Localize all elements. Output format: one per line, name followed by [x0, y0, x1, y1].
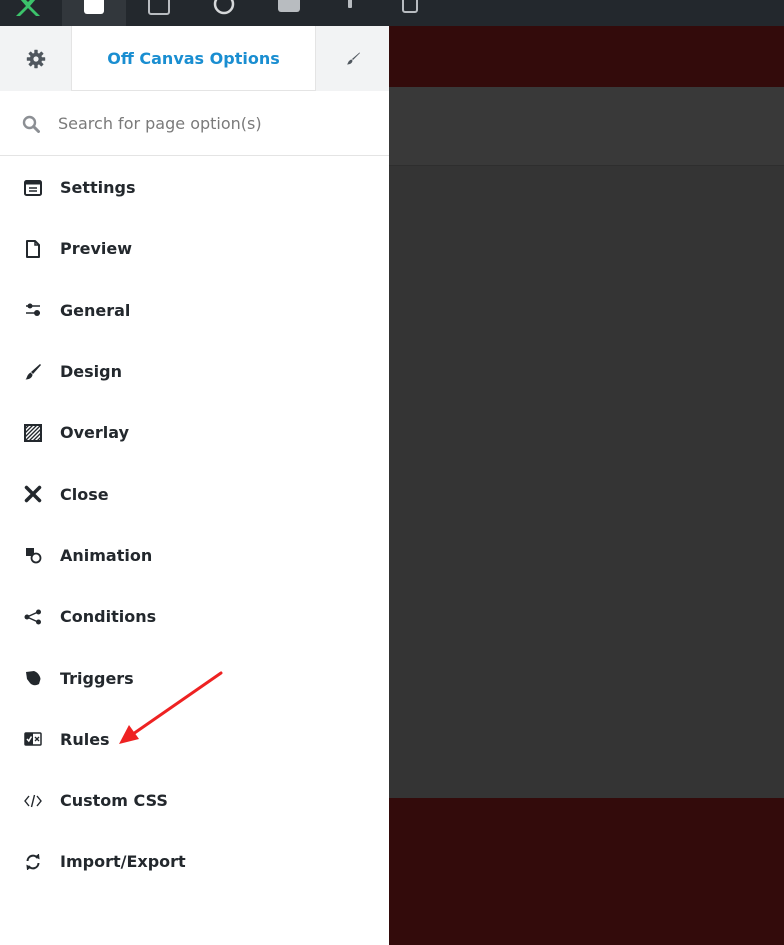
- style-button[interactable]: [315, 26, 389, 91]
- menu-item-design[interactable]: Design: [0, 341, 389, 402]
- menu-item-label: Conditions: [60, 607, 157, 627]
- menu-item-conditions[interactable]: Conditions: [0, 586, 389, 647]
- menu-item-triggers[interactable]: Triggers: [0, 647, 389, 708]
- options-menu: Settings Preview General Design Overlay: [0, 157, 389, 893]
- menu-item-preview[interactable]: Preview: [0, 218, 389, 279]
- checkbox-rules-icon: [23, 729, 43, 749]
- settings-button[interactable]: [0, 26, 72, 91]
- tools-icon: [348, 0, 352, 8]
- hatch-pattern-icon: [23, 423, 43, 443]
- top-toolbar: [0, 0, 784, 26]
- sliders-icon: [23, 300, 43, 320]
- logo-icon: [16, 0, 40, 16]
- toolbar-history-button[interactable]: [192, 0, 256, 26]
- canvas-header-band: [389, 26, 784, 87]
- toolbar-layout-button[interactable]: [127, 0, 191, 26]
- menu-item-label: Animation: [60, 545, 153, 565]
- search-bar: [0, 91, 389, 156]
- menu-item-overlay[interactable]: Overlay: [0, 402, 389, 463]
- menu-item-custom-css[interactable]: Custom CSS: [0, 770, 389, 831]
- layout-icon: [148, 0, 170, 15]
- canvas-preview[interactable]: [389, 26, 784, 945]
- menu-item-label: Close: [60, 484, 109, 504]
- options-panel: Off Canvas Options Settings Preview: [0, 26, 389, 945]
- search-input[interactable]: [56, 109, 370, 137]
- menu-item-label: General: [60, 300, 131, 320]
- paintbrush-icon: [23, 362, 43, 382]
- code-icon: [23, 791, 43, 811]
- toolbar-library-button[interactable]: [257, 0, 321, 26]
- sync-icon: [23, 852, 43, 872]
- search-icon: [22, 115, 40, 133]
- branch-icon: [23, 607, 43, 627]
- animation-shapes-icon: [23, 545, 43, 565]
- menu-item-animation[interactable]: Animation: [0, 525, 389, 586]
- hand-pointer-icon: [23, 668, 43, 688]
- document-icon: [23, 239, 43, 259]
- options-icon: [84, 0, 104, 14]
- settings-panel-icon: [23, 178, 43, 198]
- menu-item-label: Import/Export: [60, 852, 186, 872]
- toolbar-page-button[interactable]: [378, 0, 442, 26]
- gear-icon: [26, 49, 45, 68]
- menu-item-label: Settings: [60, 178, 136, 198]
- canvas-nav-band: [389, 87, 784, 166]
- menu-item-import-export[interactable]: Import/Export: [0, 831, 389, 892]
- canvas-footer-band: [389, 798, 784, 945]
- menu-item-label: Preview: [60, 239, 133, 259]
- history-icon: [213, 0, 235, 15]
- menu-item-label: Custom CSS: [60, 791, 168, 811]
- panel-title: Off Canvas Options: [107, 48, 280, 68]
- menu-item-rules[interactable]: Rules: [0, 709, 389, 770]
- close-icon: [23, 484, 43, 504]
- panel-header: Off Canvas Options: [0, 26, 389, 91]
- toolbar-options-button[interactable]: [62, 0, 126, 26]
- brush-icon: [346, 52, 360, 64]
- menu-item-label: Triggers: [60, 668, 134, 688]
- toolbar-tools-button[interactable]: [318, 0, 382, 26]
- menu-item-close[interactable]: Close: [0, 463, 389, 524]
- page-icon: [402, 0, 418, 13]
- menu-item-label: Design: [60, 362, 122, 382]
- menu-item-label: Overlay: [60, 423, 129, 443]
- menu-item-settings[interactable]: Settings: [0, 157, 389, 218]
- menu-item-general[interactable]: General: [0, 280, 389, 341]
- menu-item-label: Rules: [60, 729, 110, 749]
- library-icon: [278, 0, 300, 12]
